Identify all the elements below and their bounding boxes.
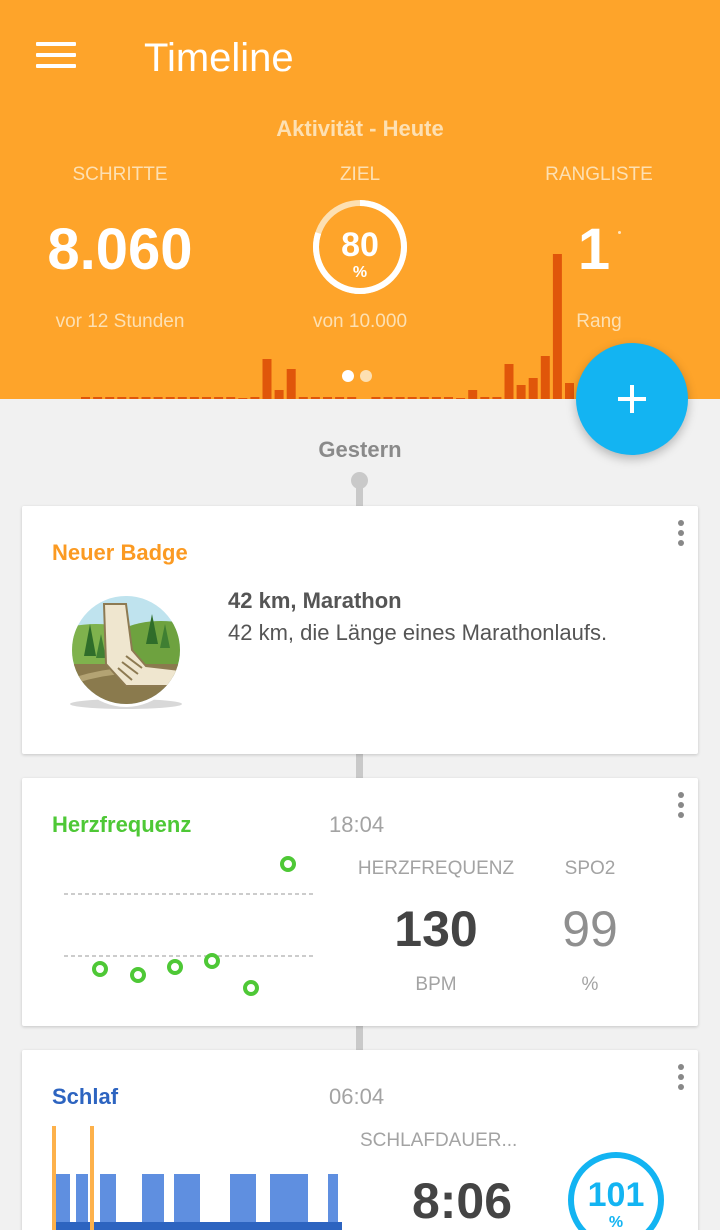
- activity-bar: [552, 254, 562, 399]
- badge-name: 42 km, Marathon: [228, 588, 402, 613]
- activity-bar: [262, 359, 272, 399]
- activity-section-title: Aktivität - Heute: [276, 116, 444, 141]
- heart-rate-point: [92, 961, 108, 977]
- heart-rate-point: [280, 856, 296, 872]
- ranking-label: RANGLISTE: [545, 164, 653, 185]
- heart-rate-metric-label: HERZFREQUENZ: [357, 858, 515, 879]
- activity-bar: [347, 397, 357, 399]
- activity-bar: [250, 397, 260, 399]
- activity-bar: [444, 397, 453, 399]
- activity-bar: [516, 385, 526, 399]
- page-indicator-dot-2[interactable]: [360, 370, 372, 382]
- sleep-ring-unit: %: [608, 1214, 624, 1230]
- activity-bar: [129, 397, 139, 399]
- marathon-badge-icon: [69, 594, 183, 709]
- activity-bar: [528, 378, 538, 399]
- heart-rate-point: [167, 959, 183, 975]
- activity-bar: [189, 397, 199, 399]
- more-vertical-icon[interactable]: [676, 1064, 686, 1092]
- activity-bar: [298, 397, 308, 399]
- activity-bar: [177, 397, 187, 399]
- activity-bar: [238, 398, 248, 399]
- activity-bar: [431, 397, 441, 399]
- activity-bar: [153, 397, 163, 399]
- activity-bar: [323, 397, 332, 399]
- activity-bar: [468, 390, 478, 399]
- sleep-duration-value: 8:06: [411, 1173, 513, 1229]
- sleep-chart: [52, 1126, 342, 1230]
- activity-bar: [371, 397, 381, 399]
- heart-rate-point: [204, 953, 220, 969]
- activity-bar: [335, 397, 345, 399]
- activity-bar: [214, 397, 224, 399]
- heart-rate-chart: [64, 856, 316, 996]
- badge-description: 42 km, die Länge eines Marathonlaufs.: [228, 620, 608, 645]
- activity-bar: [286, 369, 296, 399]
- activity-bar: [540, 356, 550, 399]
- heart-rate-value: 130: [394, 901, 478, 957]
- header: Timeline Aktivität - Heute SCHRITTE 8.06…: [0, 0, 720, 399]
- heart-rate-point: [243, 980, 259, 996]
- spo2-label: SPO2: [564, 858, 616, 879]
- badge-card-title: Neuer Badge: [52, 540, 188, 565]
- activity-bar: [456, 398, 466, 399]
- sleep-card[interactable]: Schlaf 06:04 SCHLAFDAUER... 8:06 101 %: [22, 1050, 698, 1230]
- activity-bar: [141, 397, 151, 399]
- activity-bar: [504, 364, 514, 399]
- activity-bar: [81, 397, 90, 399]
- spo2-unit: %: [581, 974, 599, 995]
- more-vertical-icon[interactable]: [676, 520, 686, 548]
- badge-card[interactable]: Neuer Badge 42 km, Marathon 42 km, die L…: [22, 506, 698, 754]
- activity-bar: [565, 383, 574, 399]
- activity-bar: [226, 397, 236, 399]
- heart-rate-time: 18:04: [329, 812, 385, 837]
- sleep-card-title: Schlaf: [52, 1084, 119, 1109]
- goal-label: ZIEL: [339, 164, 381, 185]
- spo2-value: 99: [562, 901, 618, 957]
- activity-bar: [105, 397, 115, 399]
- sleep-time: 06:04: [329, 1084, 385, 1109]
- rank-dot: [618, 231, 621, 234]
- heart-rate-point: [130, 967, 146, 983]
- activity-bar: [117, 397, 127, 399]
- activity-bar: [93, 397, 103, 399]
- activity-bar: [165, 397, 175, 399]
- activity-bar: [419, 397, 429, 399]
- activity-bar: [492, 397, 502, 399]
- plus-icon: [618, 385, 646, 413]
- page-indicator-dot-1[interactable]: [342, 370, 354, 382]
- heart-rate-card-title: Herzfrequenz: [52, 812, 192, 837]
- timeline-line: [356, 1026, 363, 1050]
- activity-bar: [395, 397, 405, 399]
- activity-bar: [202, 397, 211, 399]
- more-vertical-icon[interactable]: [676, 792, 686, 820]
- activity-bar: [407, 397, 417, 399]
- day-label: Gestern: [318, 437, 402, 462]
- sleep-ring-value: 101: [587, 1176, 645, 1214]
- sleep-duration-label: SCHLAFDAUER...: [360, 1130, 518, 1151]
- activity-bar: [383, 397, 393, 399]
- timeline-line: [356, 754, 363, 778]
- heart-rate-unit: BPM: [415, 974, 457, 995]
- activity-bar: [480, 397, 490, 399]
- hamburger-menu-icon[interactable]: [36, 42, 76, 70]
- activity-bar: [310, 397, 320, 399]
- timeline-line: [356, 484, 363, 506]
- page-title: Timeline: [144, 36, 294, 80]
- heart-rate-card[interactable]: Herzfrequenz 18:04 HERZFREQUENZ 130 BPM …: [22, 778, 698, 1026]
- steps-label: SCHRITTE: [72, 164, 168, 185]
- activity-bar: [274, 390, 284, 399]
